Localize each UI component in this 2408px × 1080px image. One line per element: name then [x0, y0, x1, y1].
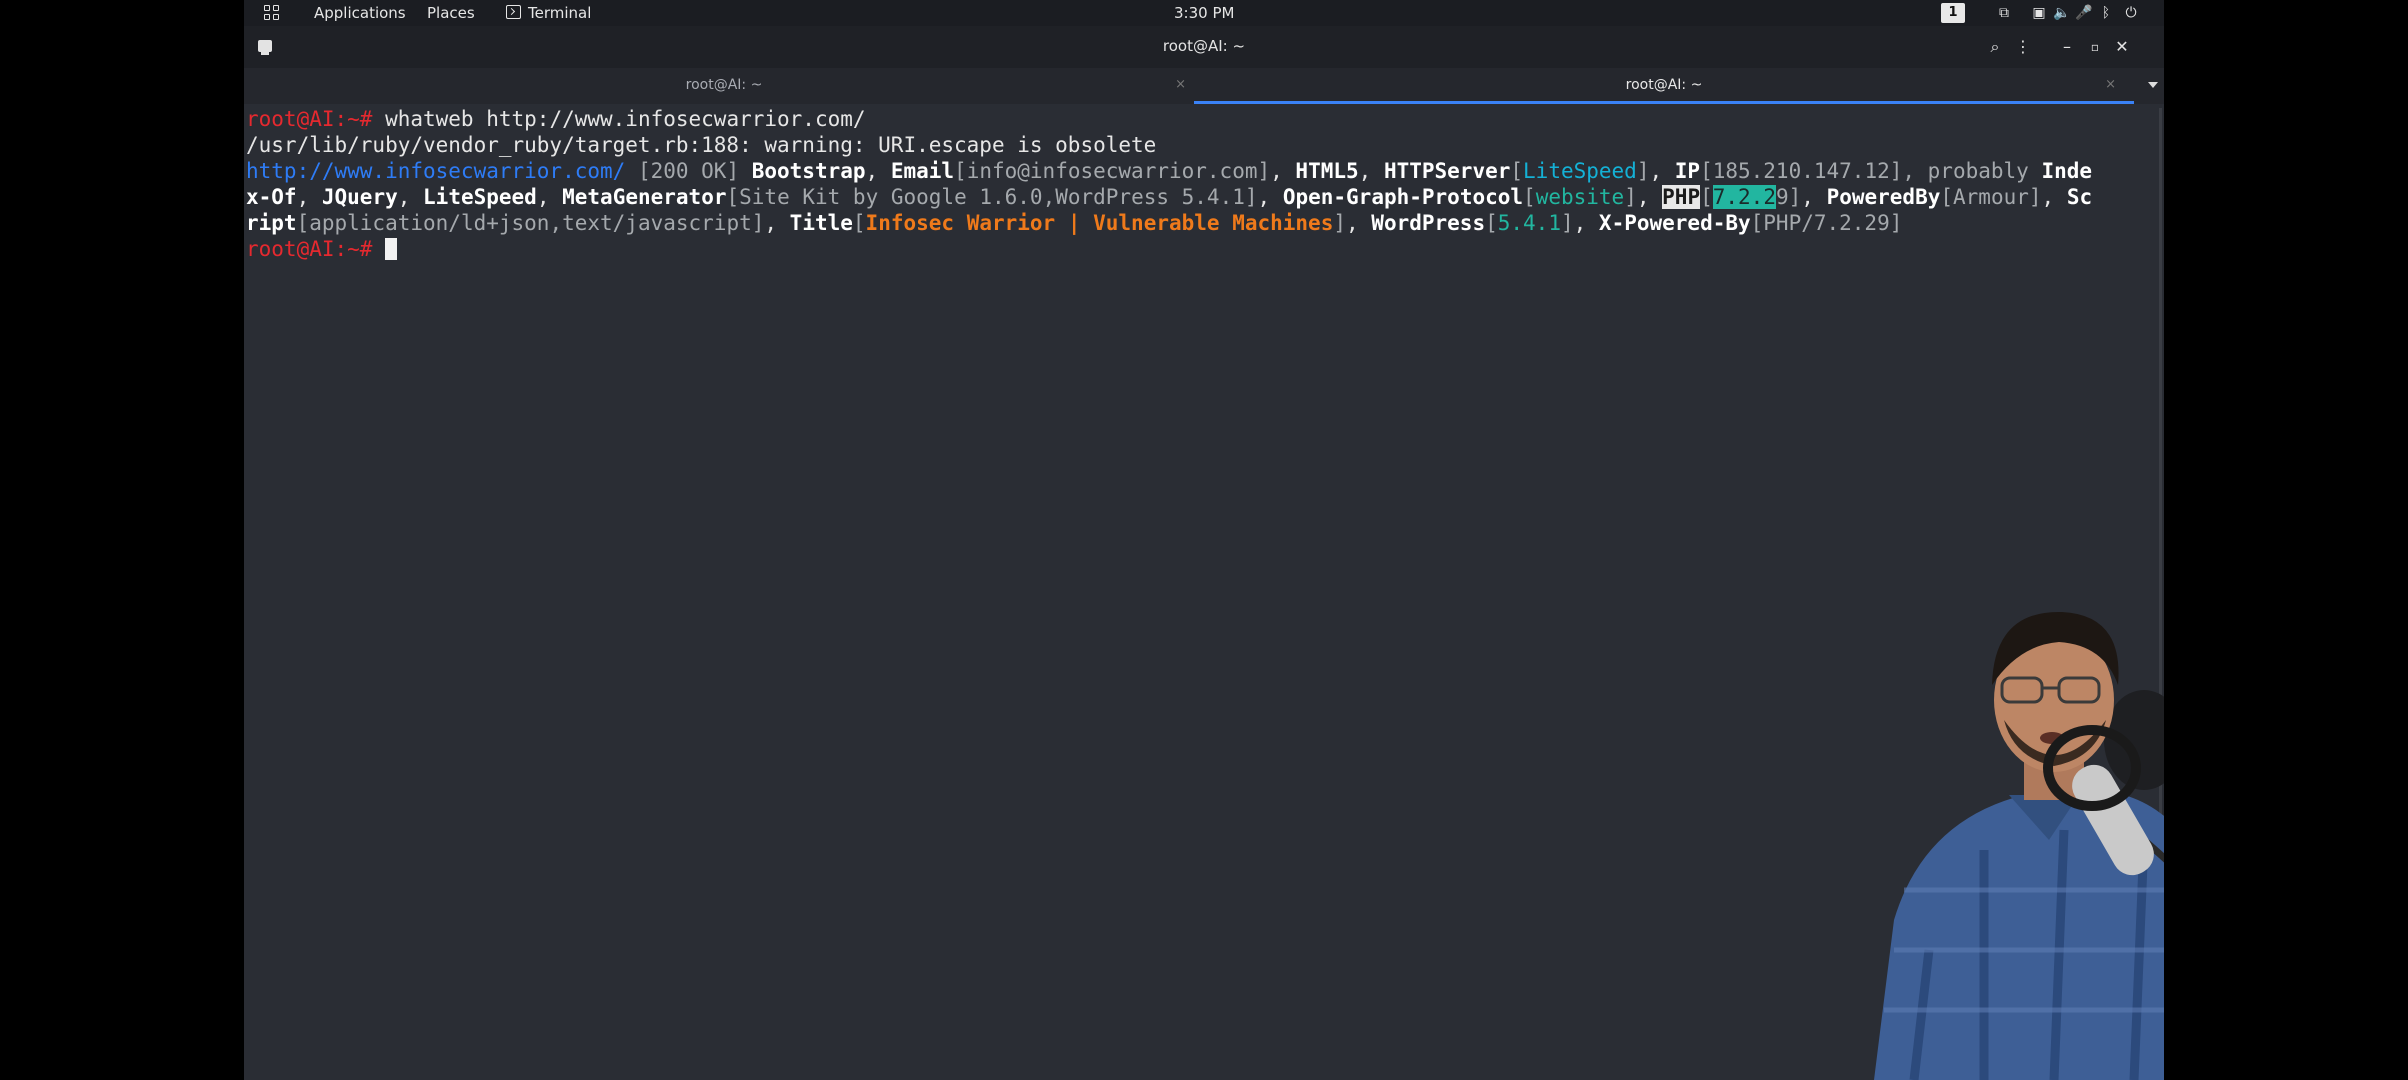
plugin-name: HTTPServer — [1383, 159, 1511, 183]
places-menu[interactable]: Places — [427, 4, 475, 22]
network-icon[interactable]: ▣ — [2029, 3, 2049, 23]
close-tab-icon[interactable]: × — [1175, 68, 1186, 102]
power-icon[interactable]: ⏻ — [2121, 3, 2141, 23]
plugin-value: [185.210.147.12] — [1700, 159, 1903, 183]
maximize-button[interactable]: ▫ — [2084, 36, 2106, 58]
plugin-name: x-Of — [246, 185, 297, 209]
window-title: root@AI: ~ — [1162, 37, 1246, 55]
plugin-name: IP — [1674, 159, 1701, 183]
terminal-line: http://www.infosecwarrior.com/ [200 OK] … — [246, 159, 2093, 183]
status-text: [200 OK] — [625, 159, 752, 183]
warning-text: /usr/lib/ruby/vendor_ruby/target.rb:188:… — [246, 133, 1157, 157]
text-cursor — [385, 238, 398, 260]
clock[interactable]: 3:30 PM — [1174, 4, 1234, 22]
plain-text: , probably — [1902, 159, 2042, 183]
desktop-screen: Applications Places Terminal 3:30 PM 1 ⧉… — [244, 0, 2164, 1080]
plugin-name: HTML5 — [1295, 159, 1359, 183]
applications-menu[interactable]: Applications — [314, 4, 406, 22]
plugin-name: LiteSpeed — [423, 185, 537, 209]
prompt: root@AI:~# — [246, 237, 386, 261]
plugin-value: [application/ld+json,text/javascript] — [296, 211, 765, 235]
terminal-icon — [506, 5, 521, 19]
minimize-button[interactable]: – — [2056, 36, 2078, 58]
plugin-value: 5.4.1 — [1497, 211, 1561, 235]
workspace-indicator[interactable]: 1 — [1941, 3, 1965, 23]
tab-2[interactable]: root@AI: ~ × — [1194, 68, 2134, 104]
tab-label: root@AI: ~ — [685, 77, 763, 93]
plugin-name: Open-Graph-Protocol — [1282, 185, 1524, 209]
presenter-webcam-image — [1874, 611, 2164, 1080]
plugin-name: Sc — [2066, 185, 2093, 209]
plugin-name: JQuery — [321, 185, 398, 209]
selected-text: PHP — [1662, 185, 1701, 209]
plugin-value: [info@infosecwarrior.com] — [954, 159, 1271, 183]
terminal-line: ript[application/ld+json,text/javascript… — [246, 211, 1903, 235]
plugin-name: Bootstrap — [751, 159, 866, 183]
plugin-name: Title — [789, 211, 853, 235]
plugin-value: [PHP/7.2.29] — [1750, 211, 1903, 235]
plugin-value: LiteSpeed — [1523, 159, 1637, 183]
selected-text: 7.2.2 — [1712, 185, 1776, 209]
plugin-name: MetaGenerator — [562, 185, 727, 209]
plugin-name: ript — [246, 211, 297, 235]
plugin-name: PoweredBy — [1826, 185, 1941, 209]
terminal-menu[interactable]: Terminal — [528, 4, 591, 22]
apps-grid-icon[interactable] — [264, 5, 280, 21]
bluetooth-icon[interactable]: ᛒ — [2096, 3, 2116, 23]
plugin-name: X-Powered-By — [1598, 211, 1751, 235]
terminal-line: x-Of, JQuery, LiteSpeed, MetaGenerator[S… — [246, 185, 2093, 209]
tab-1[interactable]: root@AI: ~ × — [244, 68, 1204, 104]
terminal-line: root@AI:~# — [246, 236, 398, 262]
microphone-icon[interactable]: 🎤 — [2074, 3, 2094, 23]
volume-icon[interactable]: 🔈 — [2052, 3, 2072, 23]
menu-kebab-icon[interactable]: ⋮ — [2012, 36, 2034, 58]
tab-menu-chevron-icon[interactable] — [2148, 82, 2158, 88]
tab-label: root@AI: ~ — [1625, 77, 1703, 93]
plugin-value: Infosec Warrior | Vulnerable Machines — [865, 211, 1334, 235]
plugin-value: 9 — [1775, 185, 1789, 209]
plugin-name: Email — [890, 159, 955, 183]
close-tab-icon[interactable]: × — [2105, 68, 2116, 102]
plugin-value: [Site Kit by Google 1.6.0,WordPress 5.4.… — [726, 185, 1258, 209]
screen-share-icon[interactable]: ⧉ — [1994, 3, 2014, 23]
top-panel: Applications Places Terminal 3:30 PM 1 ⧉… — [244, 0, 2164, 26]
command-text: whatweb http://www.infosecwarrior.com/ — [385, 107, 866, 131]
terminal-line: root@AI:~# whatweb http://www.infosecwar… — [246, 106, 866, 132]
terminal-titlebar: root@AI: ~ ⌕ ⋮ – ▫ ✕ — [244, 26, 2164, 68]
prompt: root@AI:~# — [246, 107, 386, 131]
result-url: http://www.infosecwarrior.com/ — [246, 159, 626, 183]
search-icon[interactable]: ⌕ — [1984, 36, 2006, 58]
tab-bar: root@AI: ~ × root@AI: ~ × — [244, 68, 2164, 104]
plugin-value: website — [1535, 185, 1625, 209]
close-window-button[interactable]: ✕ — [2111, 36, 2133, 58]
plugin-name: WordPress — [1371, 211, 1486, 235]
plugin-value: [Armour] — [1940, 185, 2042, 209]
terminal-line: /usr/lib/ruby/vendor_ruby/target.rb:188:… — [246, 132, 1156, 158]
plugin-name: Inde — [2041, 159, 2093, 183]
